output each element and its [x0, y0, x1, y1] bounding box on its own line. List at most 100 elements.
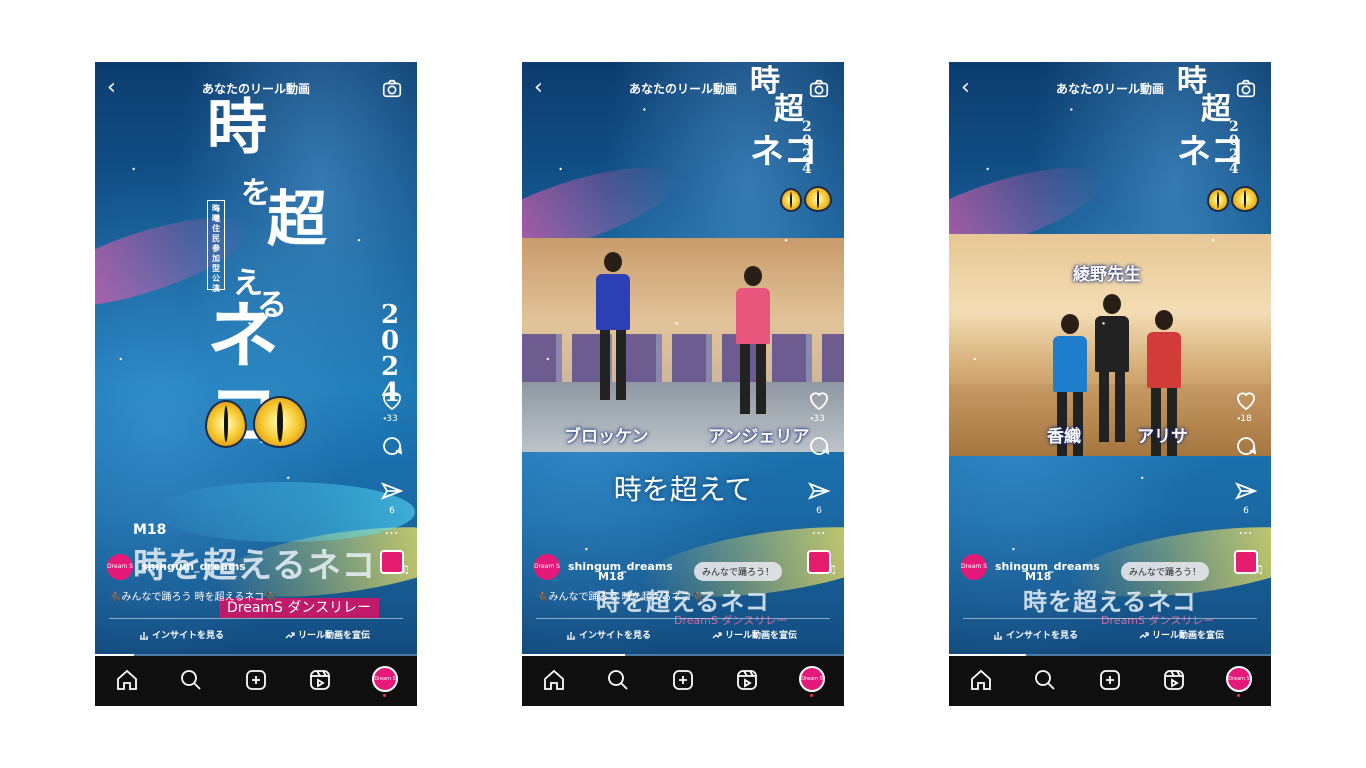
camera-icon[interactable] — [1235, 78, 1259, 100]
caption-pill: みんなで踊ろう！ — [694, 562, 783, 581]
search-icon[interactable] — [606, 668, 630, 692]
trend-arrow-icon — [1139, 632, 1149, 639]
dancer-right — [736, 266, 770, 414]
dancer-name-left: 香織 — [1047, 427, 1081, 447]
action-sidebar: 18 6 … ♫ — [1229, 388, 1264, 576]
action-sidebar: 33 6 … ♫ — [802, 388, 837, 576]
insights-button[interactable]: インサイトを見る — [566, 628, 651, 641]
logo-subtitle: 晦曦住民参加型公演 — [207, 200, 225, 293]
notification-dot — [383, 694, 386, 697]
username[interactable]: shingum_dreams — [995, 560, 1100, 573]
home-icon[interactable] — [969, 668, 993, 692]
avatar[interactable]: Dream S — [534, 554, 560, 580]
dance-video-frame[interactable]: ブロッケン アンジェリア — [522, 238, 844, 452]
audio-thumbnail[interactable]: ♫ — [1234, 550, 1264, 576]
insights-label: インサイトを見る — [152, 631, 225, 641]
page-title: あなたのリール動画 — [628, 82, 737, 96]
more-icon[interactable]: … — [375, 523, 409, 542]
insights-label: インサイトを見る — [579, 631, 652, 641]
insights-button[interactable]: インサイトを見る — [993, 628, 1078, 641]
reels-icon[interactable] — [1162, 668, 1186, 692]
insights-icon — [994, 632, 1002, 640]
logo-char: 時 — [207, 93, 267, 163]
insights-icon — [140, 632, 148, 640]
promote-button[interactable]: リール動画を宣伝 — [712, 628, 797, 641]
share-count: 6 — [389, 506, 395, 516]
divider — [536, 618, 830, 619]
more-icon[interactable]: … — [802, 523, 836, 542]
reels-icon[interactable] — [735, 668, 759, 692]
heart-icon[interactable] — [1234, 388, 1258, 412]
username[interactable]: shingum_dreams — [568, 560, 673, 573]
profile-avatar[interactable]: Dream S — [799, 666, 825, 692]
promote-label: リール動画を宣伝 — [725, 631, 798, 641]
comment-icon[interactable] — [807, 434, 831, 458]
add-icon[interactable] — [244, 668, 268, 692]
profile-avatar[interactable]: Dream S — [372, 666, 398, 692]
bottom-nav: Dream S — [522, 656, 844, 706]
bottom-nav: Dream S — [949, 656, 1271, 706]
insights-icon — [567, 632, 575, 640]
audio-thumbnail[interactable]: ♫ — [807, 550, 837, 576]
cat-eyes-illustration — [205, 392, 335, 452]
video-progress[interactable] — [522, 654, 844, 656]
reel-caption[interactable]: 🐈‍⬛みんなで踊ろう 時を超えるネコ🐈‍⬛ — [536, 588, 704, 603]
promote-label: リール動画を宣伝 — [1152, 631, 1225, 641]
audio-thumbnail[interactable]: ♫ — [380, 550, 410, 576]
send-icon[interactable] — [1234, 480, 1258, 504]
promote-button[interactable]: リール動画を宣伝 — [285, 628, 370, 641]
add-icon[interactable] — [1098, 668, 1122, 692]
heart-icon[interactable] — [380, 388, 404, 412]
insights-label: インサイトを見る — [1006, 631, 1079, 641]
avatar[interactable]: Dream S — [961, 554, 987, 580]
search-icon[interactable] — [1033, 668, 1057, 692]
caption-pill: みんなで踊ろう！ — [1121, 562, 1210, 581]
send-icon[interactable] — [807, 480, 831, 504]
dancer-left — [596, 252, 630, 400]
camera-icon[interactable] — [381, 78, 405, 100]
video-progress[interactable] — [95, 654, 417, 656]
heart-icon[interactable] — [807, 388, 831, 412]
comment-icon[interactable] — [1234, 434, 1258, 458]
username[interactable]: shingum_dreams — [141, 560, 246, 573]
cat-eyes-illustration — [780, 186, 836, 214]
music-note-icon: ♫ — [827, 563, 837, 576]
dancer-name-right: アンジェリア — [708, 427, 810, 447]
search-icon[interactable] — [179, 668, 203, 692]
notification-dot — [810, 694, 813, 697]
reels-icon[interactable] — [308, 668, 332, 692]
top-bar: ‹ あなたのリール動画 — [949, 76, 1271, 102]
trend-arrow-icon — [285, 632, 295, 639]
share-count: 6 — [816, 506, 822, 516]
more-icon[interactable]: … — [1229, 523, 1263, 542]
notification-dot — [1237, 694, 1240, 697]
m18-label: M18 — [133, 522, 167, 538]
insights-button[interactable]: インサイトを見る — [139, 628, 224, 641]
comment-count — [375, 458, 409, 472]
video-progress[interactable] — [949, 654, 1271, 656]
promote-button[interactable]: リール動画を宣伝 — [1139, 628, 1224, 641]
home-icon[interactable] — [115, 668, 139, 692]
cat-eyes-illustration — [1207, 186, 1263, 214]
avatar[interactable]: Dream S — [107, 554, 133, 580]
reel-actions: インサイトを見る リール動画を宣伝 — [522, 624, 844, 648]
page-title: あなたのリール動画 — [201, 82, 310, 96]
dancer-name-left: ブロッケン — [564, 427, 649, 447]
trend-arrow-icon — [712, 632, 722, 639]
like-count: 33 — [386, 414, 398, 424]
page-title: あなたのリール動画 — [1055, 82, 1164, 96]
send-icon[interactable] — [380, 480, 404, 504]
logo-year: 2024 — [802, 119, 812, 177]
home-icon[interactable] — [542, 668, 566, 692]
profile-avatar[interactable]: Dream S — [1226, 666, 1252, 692]
reel-caption[interactable]: 🐈‍⬛みんなで踊ろう 時を超えるネコ🐈‍⬛ — [109, 588, 277, 603]
comment-icon[interactable] — [380, 434, 404, 458]
top-bar: ‹ あなたのリール動画 — [95, 76, 417, 102]
add-icon[interactable] — [671, 668, 695, 692]
camera-icon[interactable] — [808, 78, 832, 100]
comment-count — [802, 458, 836, 472]
dance-video-frame[interactable]: 綾野先生 香織 アリサ — [949, 234, 1271, 456]
divider — [963, 618, 1257, 619]
like-count: 33 — [813, 414, 825, 424]
reel-actions: インサイトを見る リール動画を宣伝 — [949, 624, 1271, 648]
